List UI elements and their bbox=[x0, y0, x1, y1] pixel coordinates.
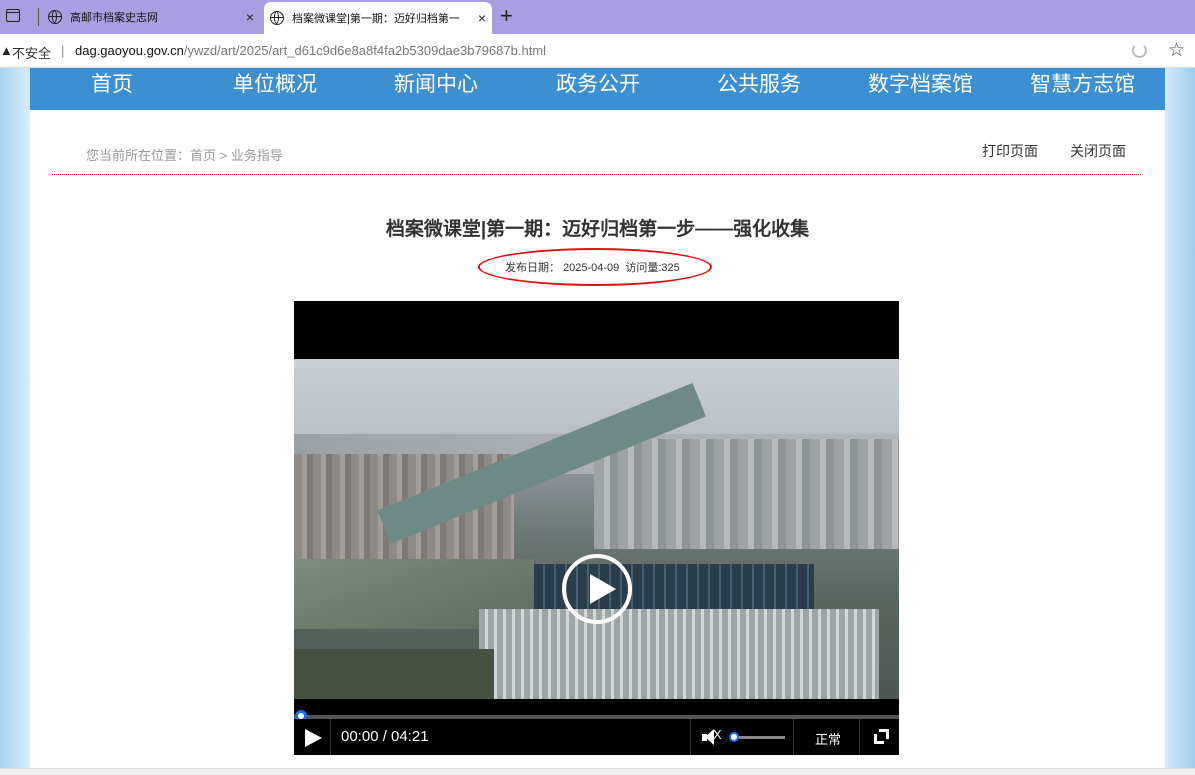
foreground-trees bbox=[294, 649, 494, 699]
new-tab-button[interactable]: + bbox=[500, 4, 513, 28]
article-title: 档案微课堂|第一期：迈好归档第一步——强化收集 bbox=[385, 219, 810, 240]
breadcrumb-current[interactable]: 业务指导 bbox=[231, 148, 283, 163]
buildings-right bbox=[594, 439, 899, 549]
tab-strip: 高邮市档案史志网 × 档案微课堂|第一期：迈好归档第一 × + bbox=[0, 0, 1195, 34]
tab-title: 档案微课堂|第一期：迈好归档第一 bbox=[292, 13, 460, 25]
tab-title: 高邮市档案史志网 bbox=[70, 12, 158, 24]
url-path: /ywzd/art/2025/art_d61c9d6e8a8f4fa2b5309… bbox=[183, 43, 547, 58]
breadcrumb: 您当前所在位置：首页 > 业务指导 bbox=[86, 145, 283, 164]
nav-item-digital-archives[interactable]: 数字档案馆 bbox=[868, 71, 973, 99]
window-bottom-edge bbox=[0, 768, 1195, 775]
nav-item-about[interactable]: 单位概况 bbox=[233, 71, 317, 99]
warning-icon: ▲ bbox=[0, 43, 13, 58]
video-frame[interactable] bbox=[294, 359, 899, 699]
nav-item-home[interactable]: 首页 bbox=[91, 71, 133, 99]
control-divider bbox=[330, 719, 331, 755]
nav-item-affairs[interactable]: 政务公开 bbox=[556, 71, 640, 99]
muted-indicator: X bbox=[713, 727, 722, 742]
security-indicator[interactable]: 不安全 bbox=[12, 43, 51, 62]
play-icon[interactable] bbox=[305, 729, 322, 747]
address-bar[interactable]: ▲ 不安全 | dag.gaoyou.gov.cn/ywzd/art/2025/… bbox=[0, 34, 1195, 68]
nav-item-services[interactable]: 公共服务 bbox=[717, 71, 801, 99]
breadcrumb-home[interactable]: 首页 bbox=[190, 148, 216, 163]
control-bar: 00:00 / 04:21 X 正常 bbox=[294, 719, 899, 755]
highlight-annotation bbox=[478, 248, 712, 286]
url-host: dag.gaoyou.gov.cn bbox=[75, 43, 184, 58]
main-nav: 首页 单位概况 新闻中心 政务公开 公共服务 数字档案馆 智慧方志馆 bbox=[30, 68, 1165, 110]
playback-rate-button[interactable]: 正常 bbox=[815, 729, 841, 748]
video-player[interactable]: 00:00 / 04:21 X 正常 bbox=[294, 301, 899, 755]
globe-icon bbox=[48, 10, 62, 24]
tab-active-article[interactable]: 档案微课堂|第一期：迈好归档第一 × bbox=[264, 2, 492, 34]
url-text[interactable]: dag.gaoyou.gov.cn/ywzd/art/2025/art_d61c… bbox=[75, 43, 546, 58]
fullscreen-icon[interactable] bbox=[874, 729, 889, 744]
time-display: 00:00 / 04:21 bbox=[341, 728, 429, 745]
tab-actions-icon[interactable] bbox=[6, 9, 20, 22]
globe-icon bbox=[270, 11, 284, 25]
building-base bbox=[479, 609, 879, 699]
volume-slider[interactable] bbox=[732, 736, 785, 739]
nav-item-news[interactable]: 新闻中心 bbox=[394, 71, 478, 99]
tab-gaoyou-archives[interactable]: 高邮市档案史志网 × bbox=[42, 3, 260, 31]
play-overlay-icon[interactable] bbox=[562, 554, 632, 624]
volume-handle[interactable] bbox=[729, 732, 739, 742]
control-divider bbox=[859, 719, 860, 755]
address-separator: | bbox=[61, 43, 65, 58]
close-page-link[interactable]: 关闭页面 bbox=[1070, 141, 1126, 161]
divider bbox=[52, 174, 1141, 175]
control-divider bbox=[793, 719, 794, 755]
print-page-link[interactable]: 打印页面 bbox=[982, 141, 1038, 161]
breadcrumb-prefix: 您当前所在位置： bbox=[86, 148, 191, 163]
close-tab-icon[interactable]: × bbox=[472, 10, 492, 26]
immersive-reader-icon[interactable] bbox=[1132, 43, 1147, 58]
close-tab-icon[interactable]: × bbox=[240, 9, 260, 25]
nav-item-local-chronicles[interactable]: 智慧方志馆 bbox=[1030, 71, 1135, 99]
tab-separator bbox=[38, 8, 39, 26]
control-divider bbox=[690, 719, 691, 755]
breadcrumb-sep: > bbox=[216, 148, 231, 163]
favorite-star-icon[interactable]: ☆ bbox=[1168, 39, 1185, 62]
